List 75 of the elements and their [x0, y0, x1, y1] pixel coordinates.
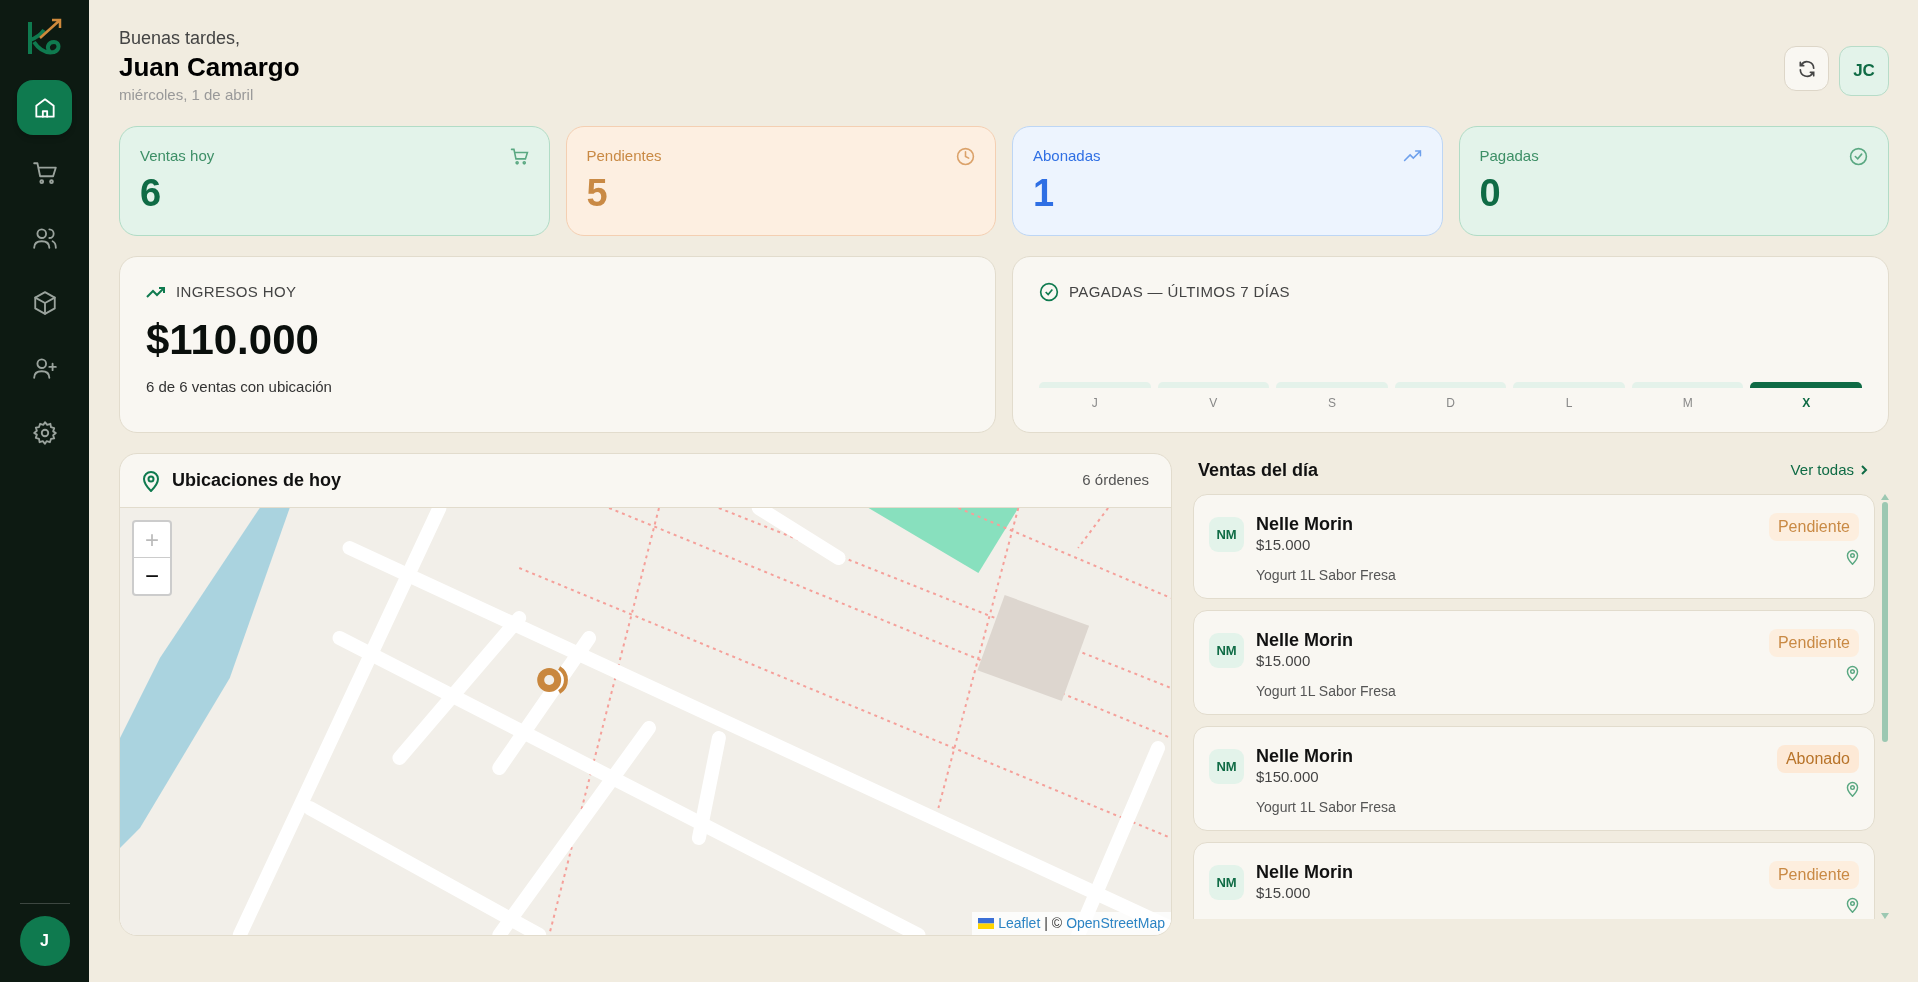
location-pin-icon	[1846, 897, 1859, 913]
leaflet-link[interactable]: Leaflet	[998, 913, 1041, 934]
stat-label: Pagadas	[1479, 146, 1539, 166]
sale-amount: $150.000	[1256, 767, 1320, 787]
map-title: Ubicaciones de hoy	[172, 469, 342, 492]
scrollbar[interactable]	[1881, 494, 1889, 919]
sale-card[interactable]: NM Nelle Morin $15.000 Yogurt 1L Sabor Fresa Pendiente	[1193, 610, 1875, 715]
sales-title: Ventas del día	[1198, 458, 1319, 482]
stat-value: 1	[1033, 170, 1055, 216]
location-pin-icon	[1846, 549, 1859, 565]
box-icon	[31, 289, 58, 316]
stat-value: 5	[586, 170, 608, 216]
stat-label: Ventas hoy	[140, 146, 215, 166]
sale-amount: $15.000	[1256, 883, 1312, 903]
user-avatar-button[interactable]: JC	[1839, 46, 1889, 96]
product-name: Yogurt 1L Sabor Fresa	[1256, 566, 1397, 585]
status-badge: Pendiente	[1768, 861, 1859, 889]
sale-card[interactable]: NM Nelle Morin $150.000 Yogurt 1L Sabor Fresa Abonado	[1193, 726, 1875, 831]
product-name: Yogurt 1L Sabor Fresa	[1256, 798, 1397, 817]
sale-amount: $15.000	[1256, 535, 1312, 555]
check-circle-icon	[1849, 146, 1868, 166]
day-label: M	[1682, 395, 1693, 412]
user-avatar[interactable]: J	[19, 916, 70, 966]
day-label: S	[1327, 395, 1336, 412]
trend-up-icon	[146, 285, 166, 300]
customer-avatar: NM	[1209, 865, 1244, 900]
status-badge: Abonado	[1776, 745, 1859, 773]
chart-title: PAGADAS — ÚLTIMOS 7 DÍAS	[1069, 282, 1290, 302]
cart-icon	[31, 159, 58, 186]
greeting-text: Buenas tardes,	[119, 27, 242, 50]
sale-amount: $15.000	[1256, 651, 1312, 671]
day-label: D	[1446, 395, 1455, 412]
day-label: X	[1802, 395, 1811, 412]
location-pin-icon	[142, 469, 160, 492]
logo-icon	[25, 16, 64, 56]
flag-icon	[978, 918, 995, 929]
income-title: INGRESOS HOY	[176, 282, 297, 302]
location-pin-icon	[1846, 781, 1859, 797]
stat-value: 6	[140, 170, 162, 216]
product-name: Yogurt 1L Sabor Fresa	[1256, 682, 1397, 701]
income-note: 6 de 6 ventas con ubicación	[146, 376, 333, 397]
stat-label: Pendientes	[586, 146, 662, 166]
customer-name: Nelle Morin	[1256, 629, 1354, 651]
check-circle-icon	[1039, 282, 1059, 303]
sale-card[interactable]: NM Nelle Morin $15.000 Pendiente	[1193, 842, 1875, 919]
location-pin-icon	[1846, 665, 1859, 681]
location-marker-icon[interactable]	[537, 666, 568, 694]
customer-name: Nelle Morin	[1256, 745, 1354, 767]
day-label: L	[1565, 395, 1573, 412]
refresh-button[interactable]	[1784, 46, 1829, 91]
stat-label: Abonadas	[1033, 146, 1101, 166]
user-name: Juan Camargo	[119, 51, 300, 84]
customer-name: Nelle Morin	[1256, 513, 1354, 535]
zoom-out-button[interactable]: −	[134, 558, 170, 594]
chevron-right-icon	[1860, 464, 1868, 476]
customer-avatar: NM	[1209, 517, 1244, 552]
cart-icon	[509, 146, 529, 166]
orders-count: 6 órdenes	[1082, 470, 1149, 491]
view-all-link[interactable]: Ver todas	[1790, 458, 1868, 482]
settings-icon	[31, 419, 58, 446]
sale-card[interactable]: NM Nelle Morin $15.000 Yogurt 1L Sabor Fresa Pendiente	[1193, 494, 1875, 599]
attribution-text: | ©	[1044, 914, 1063, 933]
income-amount: $110.000	[146, 314, 320, 365]
date-text: miércoles, 1 de abril	[119, 85, 255, 105]
customer-avatar: NM	[1209, 749, 1244, 784]
day-label: J	[1091, 395, 1098, 412]
stat-value: 0	[1479, 170, 1501, 216]
openstreetmap-link[interactable]: OpenStreetMap	[1066, 913, 1165, 934]
customer-avatar: NM	[1209, 633, 1244, 668]
customer-name: Nelle Morin	[1256, 861, 1354, 883]
nav-item[interactable]	[17, 80, 72, 135]
status-badge: Pendiente	[1768, 513, 1859, 541]
day-label: V	[1209, 395, 1218, 412]
clock-icon	[956, 146, 975, 166]
status-badge: Pendiente	[1768, 629, 1859, 657]
